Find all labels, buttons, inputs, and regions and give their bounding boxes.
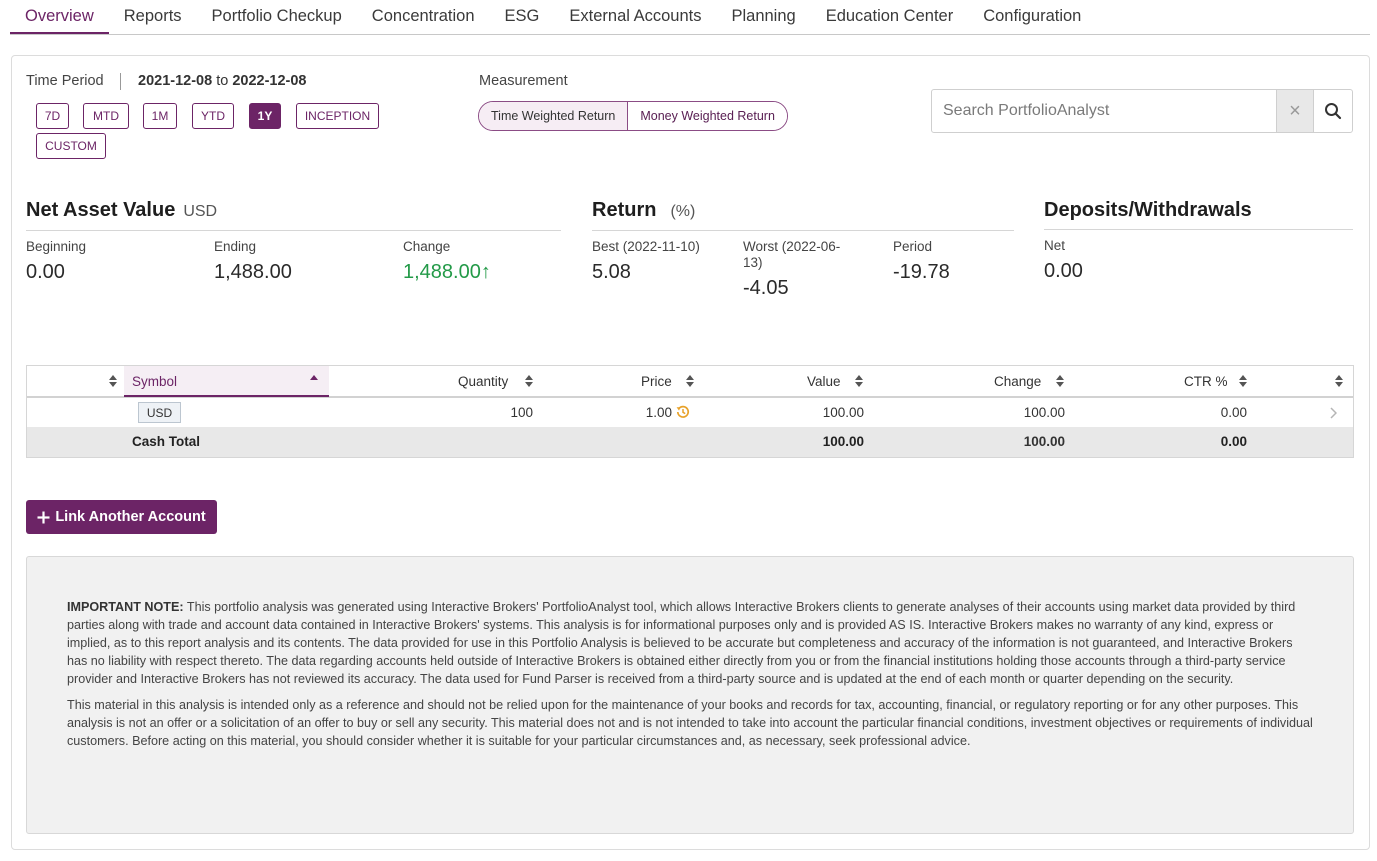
nav-section-title: Net Asset Value USD [26, 199, 218, 221]
return-unit: (%) [670, 203, 696, 220]
time-period-range: 2021-12-08 to 2022-12-08 [138, 73, 307, 89]
tab-concentration[interactable]: Concentration [357, 0, 490, 34]
sort-icon[interactable] [1238, 373, 1248, 389]
link-another-account-label: Link Another Account [55, 509, 206, 525]
tab-esg[interactable]: ESG [490, 0, 555, 34]
tab-planning[interactable]: Planning [716, 0, 810, 34]
money-weighted-return-option[interactable]: Money Weighted Return [628, 102, 787, 130]
period-inception-button[interactable]: INCEPTION [296, 103, 379, 129]
sort-icon[interactable] [854, 373, 864, 389]
note-paragraph-2: This material in this analysis is intend… [67, 698, 1313, 748]
symbol-column-header[interactable]: Symbol [124, 366, 329, 397]
cash-total-change: 100.00 [1023, 434, 1065, 449]
period-ytd-button[interactable]: YTD [192, 103, 234, 129]
sort-icon[interactable] [108, 373, 118, 389]
ctr-header[interactable]: CTR % [1184, 374, 1228, 389]
ctr-cell: 0.00 [1220, 405, 1247, 420]
time-period-divider [120, 73, 121, 90]
nav-divider [26, 230, 561, 231]
quantity-header[interactable]: Quantity [458, 374, 508, 389]
sort-icon[interactable] [1334, 373, 1344, 389]
close-icon: × [1289, 99, 1301, 122]
cash-total-ctr: 0.00 [1220, 434, 1247, 449]
nav-beginning-label: Beginning [26, 239, 87, 254]
return-best-value: 5.08 [592, 261, 631, 283]
nav-beginning-value: 0.00 [26, 261, 65, 283]
sort-icon[interactable] [1055, 373, 1065, 389]
time-period-label: Time Period [26, 73, 104, 89]
symbol-header-label: Symbol [132, 374, 178, 389]
return-worst-label: Worst (2022-06- 13) [743, 239, 841, 270]
return-best-label: Best (2022-11-10) [592, 239, 700, 254]
tab-external-accounts[interactable]: External Accounts [554, 0, 716, 34]
value-cell: 100.00 [822, 405, 864, 420]
deposits-divider [1044, 229, 1353, 230]
return-section-title: Return (%) [592, 199, 696, 221]
deposits-net-value: 0.00 [1044, 260, 1083, 282]
nav-ending-value: 1,488.00 [214, 261, 292, 283]
plus-icon [37, 511, 50, 523]
deposits-net-label: Net [1044, 238, 1066, 253]
search-input[interactable] [932, 90, 1276, 132]
return-period-value: -19.78 [893, 261, 950, 283]
period-1y-button[interactable]: 1Y [249, 103, 281, 129]
tab-education-center[interactable]: Education Center [811, 0, 969, 34]
change-header[interactable]: Change [994, 374, 1041, 389]
cash-total-label: Cash Total [132, 434, 201, 449]
table-header-row: Symbol Quantity Price Value Change CTR % [27, 366, 1353, 398]
tab-reports[interactable]: Reports [109, 0, 197, 34]
sort-icon[interactable] [685, 373, 695, 389]
arrow-up-icon: ↑ [480, 261, 491, 283]
cash-total-row: Cash Total 100.00 100.00 0.00 [27, 427, 1353, 457]
period-1m-button[interactable]: 1M [143, 103, 177, 129]
search-button[interactable] [1313, 90, 1352, 132]
measurement-label: Measurement [479, 73, 568, 89]
note-heading: IMPORTANT NOTE: [67, 600, 184, 614]
search-icon [1325, 103, 1342, 120]
deposits-section-title: Deposits/Withdrawals [1044, 199, 1252, 221]
clear-search-button[interactable]: × [1276, 90, 1313, 132]
period-custom-button[interactable]: CUSTOM [36, 133, 106, 159]
symbol-badge[interactable]: USD [138, 402, 181, 423]
value-header[interactable]: Value [807, 374, 841, 389]
quantity-cell: 100 [510, 405, 533, 420]
return-divider [592, 230, 1014, 231]
change-cell: 100.00 [1023, 405, 1065, 420]
price-cell: 1.00 [645, 405, 672, 420]
time-period-end: 2022-12-08 [232, 73, 307, 89]
period-7d-button[interactable]: 7D [36, 103, 69, 129]
tab-overview[interactable]: Overview [10, 0, 109, 34]
link-another-account-button[interactable]: Link Another Account [26, 500, 217, 534]
tab-portfolio-checkup[interactable]: Portfolio Checkup [197, 0, 357, 34]
search-box: × [931, 89, 1353, 133]
return-period-label: Period [893, 239, 933, 254]
price-header[interactable]: Price [641, 374, 672, 389]
nav-ending-label: Ending [214, 239, 257, 254]
nav-change-value: 1,488.00↑ [403, 261, 491, 283]
note-paragraph-1: IMPORTANT NOTE: This portfolio analysis … [67, 600, 1296, 686]
cash-total-value: 100.00 [822, 434, 864, 449]
sort-ascending-icon [310, 375, 318, 380]
period-mtd-button[interactable]: MTD [83, 103, 129, 129]
time-period-to: to [216, 73, 229, 89]
sort-icon[interactable] [524, 373, 534, 389]
tab-configuration[interactable]: Configuration [968, 0, 1096, 34]
holdings-table: Symbol Quantity Price Value Change CTR %… [26, 365, 1354, 458]
main-tab-bar: Overview Reports Portfolio Checkup Conce… [10, 0, 1370, 35]
time-period-start: 2021-12-08 [138, 73, 213, 89]
chevron-right-icon[interactable] [1329, 407, 1337, 419]
important-note: IMPORTANT NOTE: This portfolio analysis … [26, 556, 1354, 834]
nav-unit: USD [183, 203, 218, 220]
measurement-toggle: Time Weighted Return Money Weighted Retu… [478, 101, 788, 131]
table-row[interactable]: USD 100 1.00 100.00 100.00 0.00 [27, 398, 1353, 427]
time-weighted-return-option[interactable]: Time Weighted Return [479, 102, 629, 130]
return-worst-value: -4.05 [743, 277, 789, 299]
price-history-icon[interactable] [676, 405, 690, 419]
nav-change-label: Change [403, 239, 451, 254]
